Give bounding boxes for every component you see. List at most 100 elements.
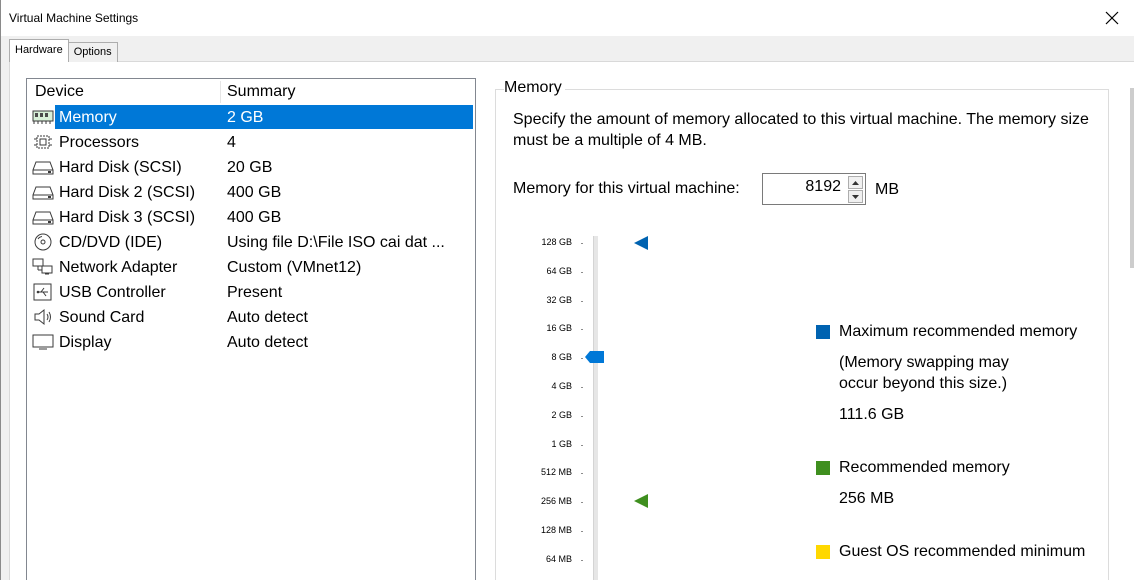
device-name: Network Adapter	[59, 259, 178, 276]
memory-group-title: Memory	[504, 79, 565, 97]
recommended-marker-icon	[634, 494, 648, 508]
device-summary: Using file D:\File ISO cai dat ...	[227, 234, 445, 251]
chevron-down-icon	[852, 194, 859, 199]
max-recommended-label: Maximum recommended memory	[839, 323, 1078, 340]
device-name: CD/DVD (IDE)	[59, 234, 163, 251]
slider-tick-label: 64 MB	[545, 553, 572, 564]
memory-icon	[32, 110, 54, 124]
memory-field-label: Memory for this virtual machine:	[513, 180, 740, 197]
device-row-hard-disk-2[interactable]: Hard Disk 2 (SCSI) 400 GB	[27, 180, 475, 205]
device-row-cd-dvd[interactable]: CD/DVD (IDE) Using file D:\File ISO cai …	[27, 230, 475, 255]
window-title: Virtual Machine Settings	[9, 11, 139, 25]
tab-options[interactable]: Options	[67, 42, 118, 62]
guest-os-min-label: Guest OS recommended minimum	[839, 543, 1086, 560]
device-name: Display	[59, 334, 112, 351]
column-divider[interactable]	[220, 81, 221, 103]
slider-tick-label: 128 GB	[541, 237, 572, 247]
memory-slider-thumb[interactable]	[585, 351, 605, 363]
device-summary: 2 GB	[227, 109, 264, 126]
vm-settings-window: Virtual Machine Settings Hardware Option…	[0, 0, 1134, 580]
device-summary: 4	[227, 134, 236, 151]
slider-tick-label: 32 GB	[546, 294, 572, 305]
device-list[interactable]: Device Summary Memory 2 GB Processors 4 …	[26, 78, 476, 580]
slider-tick-label: 4 GB	[551, 381, 572, 391]
list-header: Device Summary	[27, 79, 475, 104]
slider-tick-mark	[581, 329, 583, 331]
chevron-up-icon	[852, 180, 859, 185]
column-header-device[interactable]: Device	[35, 83, 84, 101]
network-adapter-icon	[32, 258, 53, 275]
column-header-summary[interactable]: Summary	[227, 83, 295, 101]
slider-tick-mark	[581, 473, 583, 475]
device-name: Processors	[59, 134, 140, 151]
processor-icon	[34, 135, 52, 149]
device-row-hard-disk[interactable]: Hard Disk (SCSI) 20 GB	[27, 155, 475, 180]
device-row-sound-card[interactable]: Sound Card Auto detect	[27, 305, 475, 330]
device-row-memory[interactable]: Memory 2 GB	[27, 105, 475, 130]
slider-tick-mark	[581, 271, 583, 273]
tab-bar: Hardware Options	[9, 39, 118, 62]
slider-tick-mark	[581, 531, 583, 532]
max-recommended-marker-icon	[634, 236, 648, 250]
close-icon	[1105, 11, 1119, 25]
scrollbar-edge[interactable]	[1130, 88, 1134, 268]
slider-tick-mark	[581, 358, 583, 360]
device-summary: 20 GB	[227, 159, 273, 176]
display-icon	[32, 334, 54, 350]
device-name: Hard Disk (SCSI)	[59, 159, 182, 176]
slider-tick-mark	[581, 415, 583, 417]
hard-disk-icon	[32, 186, 54, 200]
device-rows: Memory 2 GB Processors 4 Hard Disk (SCSI…	[27, 105, 475, 355]
hard-disk-icon	[32, 161, 54, 175]
max-recommended-value: 111.6 GB	[839, 406, 905, 423]
device-name: Sound Card	[59, 309, 145, 326]
slider-tick-mark	[581, 502, 583, 504]
device-name: Hard Disk 3 (SCSI)	[59, 209, 196, 226]
memory-spinbox[interactable]: 8192	[762, 173, 866, 205]
slider-tick-label: 256 MB	[540, 496, 572, 507]
hard-disk-icon	[32, 211, 54, 225]
recommended-value: 256 MB	[839, 490, 895, 507]
device-summary: Auto detect	[227, 309, 308, 326]
slider-tick-mark	[581, 243, 583, 244]
device-summary: Auto detect	[227, 334, 308, 351]
guest-os-min-swatch	[816, 545, 830, 559]
device-name: Hard Disk 2 (SCSI)	[59, 184, 196, 201]
device-row-processors[interactable]: Processors 4	[27, 130, 475, 155]
memory-description: Specify the amount of memory allocated t…	[513, 111, 1089, 149]
cd-dvd-icon	[34, 233, 52, 251]
usb-icon	[33, 283, 52, 301]
device-row-hard-disk-3[interactable]: Hard Disk 3 (SCSI) 400 GB	[27, 205, 475, 230]
title-bar: Virtual Machine Settings	[1, 0, 1134, 36]
slider-tick-label: 128 MB	[540, 525, 572, 535]
max-recommended-note-line1: (Memory swapping may	[839, 354, 1009, 371]
device-summary: 400 GB	[227, 184, 282, 201]
max-recommended-note-line2: occur beyond this size.)	[839, 375, 1008, 392]
slider-tick-mark	[581, 387, 583, 388]
sound-card-icon	[34, 308, 51, 326]
recommended-swatch	[816, 461, 830, 475]
memory-slider-track[interactable]	[593, 236, 598, 580]
slider-tick-label: 512 MB	[540, 467, 572, 478]
device-summary: Custom (VMnet12)	[227, 259, 362, 276]
max-recommended-swatch	[816, 325, 830, 339]
device-row-usb-controller[interactable]: USB Controller Present	[27, 280, 475, 305]
close-button[interactable]	[1089, 0, 1134, 36]
slider-tick-label: 8 GB	[551, 352, 572, 363]
slider-tick-label: 64 GB	[546, 265, 572, 276]
spin-up-button[interactable]	[848, 176, 863, 189]
device-row-network-adapter[interactable]: Network Adapter Custom (VMnet12)	[27, 255, 475, 280]
slider-tick-mark	[581, 559, 583, 561]
device-row-display[interactable]: Display Auto detect	[27, 330, 475, 355]
slider-tick-label: 2 GB	[551, 409, 572, 420]
device-name: USB Controller	[59, 284, 166, 301]
memory-unit: MB	[875, 181, 899, 198]
device-summary: Present	[227, 284, 283, 301]
tab-hardware[interactable]: Hardware	[9, 39, 69, 62]
slider-tick-mark	[581, 444, 583, 446]
memory-value[interactable]: 8192	[805, 178, 841, 196]
slider-tick-label: 16 GB	[546, 323, 572, 334]
device-name: Memory	[59, 109, 117, 126]
slider-tick-label: 1 GB	[551, 438, 572, 449]
spin-down-button[interactable]	[848, 190, 863, 203]
